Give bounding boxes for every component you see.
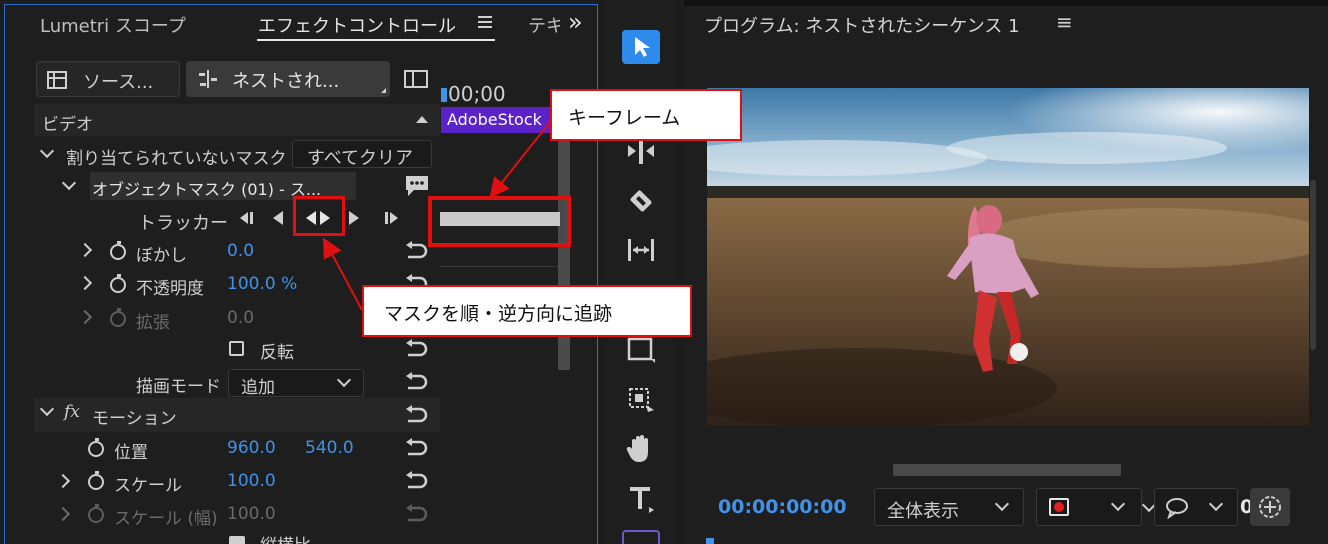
keyframe-callout-text: キーフレーム: [568, 107, 681, 129]
keyframe-callout: キーフレーム: [550, 89, 742, 141]
track-mask-callout-text: マスクを順・逆方向に追跡: [384, 303, 613, 325]
annotation-arrows: [323, 121, 551, 311]
track-mask-callout: マスクを順・逆方向に追跡: [362, 285, 692, 337]
premiere-window: Lumetri スコープ エフェクトコントロール テキ » ソース... ネスト…: [0, 0, 1328, 544]
